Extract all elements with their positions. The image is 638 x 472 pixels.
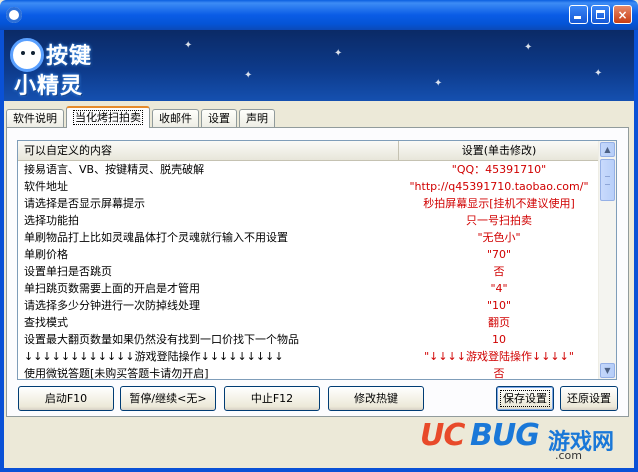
row-value[interactable]: 秒拍屏幕显示[挂机不建议使用]: [399, 195, 599, 212]
table-row[interactable]: 设置最大翻页数量如果仍然没有找到一口价找下一个物品 10: [18, 331, 599, 348]
title-bar[interactable]: ×: [0, 0, 638, 30]
scroll-down-button[interactable]: ▼: [600, 363, 615, 378]
watermark-uc: UC: [420, 418, 465, 453]
row-value[interactable]: "无色小": [399, 229, 599, 246]
row-value[interactable]: "↓↓↓↓游戏登陆操作↓↓↓↓": [399, 348, 599, 365]
table-row[interactable]: 单刷物品打上比如灵魂晶体打个灵魂就行输入不用设置 "无色小": [18, 229, 599, 246]
table-row[interactable]: 选择功能拍 只一号扫拍卖: [18, 212, 599, 229]
site-watermark: UC BUG 游戏网 .com: [420, 418, 630, 466]
row-key: 单刷价格: [24, 248, 68, 261]
arrow-down-icon: ▼: [604, 366, 611, 375]
logo-text-top: 按键: [46, 44, 93, 69]
table-row[interactable]: 设置单扫是否跳页 否: [18, 263, 599, 280]
table-row[interactable]: 使用微锐答题[未购买答题卡请勿开启] 否: [18, 365, 599, 380]
row-key: 请选择多少分钟进行一次防掉线处理: [24, 299, 200, 312]
minimize-button[interactable]: [569, 5, 588, 24]
close-icon: ×: [617, 7, 628, 22]
table-row[interactable]: 软件地址 "http://q45391710.taobao.com/": [18, 178, 599, 195]
tab-mail[interactable]: 收邮件: [152, 109, 199, 127]
table-row[interactable]: ↓↓↓↓↓↓↓↓↓↓↓↓游戏登陆操作↓↓↓↓↓↓↓↓↓ "↓↓↓↓游戏登陆操作↓↓…: [18, 348, 599, 365]
watermark-bug: BUG: [470, 418, 540, 453]
row-key: 单刷物品打上比如灵魂晶体打个灵魂就行输入不用设置: [24, 231, 288, 244]
tab-bar: 软件说明 当化烤扫拍卖 收邮件 设置 声明: [6, 106, 277, 128]
row-value[interactable]: "QQ：45391710": [399, 161, 599, 178]
scroll-thumb[interactable]: [600, 159, 615, 201]
tab-auction-scan[interactable]: 当化烤扫拍卖: [66, 106, 150, 128]
tab-statement[interactable]: 声明: [239, 109, 275, 127]
maximize-icon: [596, 10, 605, 19]
row-value[interactable]: "http://q45391710.taobao.com/": [399, 178, 599, 195]
row-key: 使用微锐答题[未购买答题卡请勿开启]: [24, 367, 209, 380]
row-value[interactable]: 只一号扫拍卖: [399, 212, 599, 229]
edit-hotkey-button[interactable]: 修改热键: [328, 386, 424, 411]
row-value[interactable]: "10": [399, 297, 599, 314]
table-row[interactable]: 查找模式 翻页: [18, 314, 599, 331]
logo-text-bottom: 小精灵: [14, 74, 84, 99]
stop-button[interactable]: 中止F12: [224, 386, 320, 411]
row-key: 单扫跳页数需要上面的开启是才管用: [24, 282, 200, 295]
table-row[interactable]: 单刷价格 "70": [18, 246, 599, 263]
column-header-setting[interactable]: 设置(单击修改): [399, 141, 599, 160]
minimize-icon: [574, 16, 581, 19]
app-icon: [6, 7, 22, 23]
column-header-content[interactable]: 可以自定义的内容: [18, 141, 399, 160]
start-button[interactable]: 启动F10: [18, 386, 114, 411]
row-key: 请选择是否显示屏幕提示: [24, 197, 145, 210]
row-key: 接易语言、VB、按键精灵、脱壳破解: [24, 163, 205, 176]
row-key: 查找模式: [24, 316, 68, 329]
pause-resume-button[interactable]: 暂停/继续<无>: [120, 386, 216, 411]
row-value[interactable]: 翻页: [399, 314, 599, 331]
arrow-up-icon: ▲: [604, 145, 611, 154]
table-row[interactable]: 请选择是否显示屏幕提示 秒拍屏幕显示[挂机不建议使用]: [18, 195, 599, 212]
maximize-button[interactable]: [591, 5, 610, 24]
row-value[interactable]: "70": [399, 246, 599, 263]
tab-software-info[interactable]: 软件说明: [6, 109, 64, 127]
table-row[interactable]: 接易语言、VB、按键精灵、脱壳破解 "QQ：45391710": [18, 161, 599, 178]
banner: ✦ ✦ ✦ ✦ ✦ ✦ 按键 小精灵: [4, 30, 634, 101]
table-header: 可以自定义的内容 设置(单击修改): [18, 141, 599, 161]
row-key: 选择功能拍: [24, 214, 79, 227]
row-value[interactable]: 否: [399, 365, 599, 379]
table-row[interactable]: 请选择多少分钟进行一次防掉线处理 "10": [18, 297, 599, 314]
table-body: 接易语言、VB、按键精灵、脱壳破解 "QQ：45391710" 软件地址 "http…: [18, 161, 599, 380]
row-key: 软件地址: [24, 180, 68, 193]
row-value[interactable]: 否: [399, 263, 599, 280]
row-value[interactable]: 10: [399, 331, 599, 348]
close-button[interactable]: ×: [613, 5, 632, 24]
row-key: 设置最大翻页数量如果仍然没有找到一口价找下一个物品: [24, 333, 299, 346]
settings-table[interactable]: 可以自定义的内容 设置(单击修改) 接易语言、VB、按键精灵、脱壳破解 "QQ：4…: [17, 140, 617, 380]
tab-settings[interactable]: 设置: [201, 109, 237, 127]
row-key: ↓↓↓↓↓↓↓↓↓↓↓↓游戏登陆操作↓↓↓↓↓↓↓↓↓: [24, 350, 284, 363]
table-row[interactable]: 单扫跳页数需要上面的开启是才管用 "4": [18, 280, 599, 297]
mascot-icon: [10, 38, 44, 72]
save-settings-button[interactable]: 保存设置: [496, 386, 554, 411]
row-key: 设置单扫是否跳页: [24, 265, 112, 278]
watermark-domain: .com: [555, 449, 582, 462]
vertical-scrollbar[interactable]: ▲ ▼: [598, 141, 616, 379]
scroll-up-button[interactable]: ▲: [600, 142, 615, 157]
app-logo: 按键 小精灵: [8, 34, 104, 99]
row-value[interactable]: "4": [399, 280, 599, 297]
restore-settings-button[interactable]: 还原设置: [560, 386, 618, 411]
